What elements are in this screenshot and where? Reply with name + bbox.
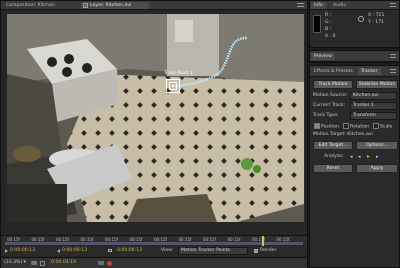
rotation-checkbox[interactable] [343,123,349,129]
info-y: Y : 171 [368,20,385,25]
view-dropdown-value: Motion Tracker Points [181,248,230,253]
options-button[interactable]: Options... [356,141,398,150]
magnification-dropdown[interactable]: (33.3%) ▾ [4,260,26,265]
info-a: A : 0 [325,34,336,39]
analyze-forward-icon[interactable]: ▸ [367,153,370,160]
camera-icon[interactable] [98,261,104,265]
in-point-icon[interactable] [5,249,8,253]
tab-effects-presets[interactable]: Effects & Presets [311,68,356,75]
ruler-tick-label: 00:15f [31,237,45,242]
ruler-work-area[interactable] [5,242,303,245]
layer-tab-label: Layer: Kitchen.avi [90,3,132,8]
ruler-tick-label: 00:15f [129,237,143,242]
ruler-tick-label: 00:15f [227,237,241,242]
render-checkbox[interactable] [254,249,258,253]
track-type-dropdown[interactable]: Transform [350,112,397,120]
track-type-label: Track Type: [313,113,339,118]
duration: 0:00:06:13 [117,248,143,253]
panel-menu-icon[interactable] [297,3,304,7]
tab-preview[interactable]: Preview [311,53,335,60]
edit-target-button[interactable]: Edit Target... [313,141,353,150]
timecode-bar: 0:00:00:13 0:00:06:13 0:00:06:13 View: M… [1,246,307,256]
rotation-option[interactable]: Rotation [343,123,369,131]
rotation-label: Rotation [350,124,370,130]
tracker-tabbar: Effects & Presets Tracker [310,66,399,77]
video-viewer[interactable]: Track Point 1 [7,14,304,222]
panel-menu-icon[interactable] [390,3,396,7]
ruler-tick-label: 00:15f [80,237,94,242]
preview-tabbar: Preview [310,51,399,62]
ruler-tick-label: 00:15f [105,237,118,242]
reset-button[interactable]: Reset [313,164,353,173]
position-checkbox[interactable] [314,123,320,129]
color-channel-icon[interactable] [107,261,112,266]
motion-source-value: Kitchen.avi [353,93,379,98]
track-motion-button[interactable]: Track Motion [313,80,353,89]
tab-layer[interactable]: Layer: Kitchen.avi [81,2,149,9]
duration-icon [108,249,112,252]
out-point-icon[interactable] [57,249,60,253]
preview-panel: Preview [309,50,400,63]
render-label: Render [260,248,277,253]
motion-source-dropdown[interactable]: Kitchen.avi [350,92,397,100]
color-swatch [313,15,321,33]
view-label: View: [161,248,174,253]
ruler-tick-label: 00:15f [7,237,20,242]
info-r: R : [325,13,332,18]
snapshot-icon[interactable] [31,261,37,265]
ruler-tick-label: 00:15f [252,237,265,242]
scale-checkbox[interactable] [373,123,379,129]
crosshair-icon [358,16,364,22]
timeline-ruler[interactable]: 00:15f 00:15f 00:15f 00:15f 00:15f 00:15f 00:1… [1,235,307,246]
ruler-tick-label: 00:15f [203,237,216,242]
scale-label: Scale [380,124,393,130]
tab-info[interactable]: Info [311,2,326,9]
info-panel: Info Audio R : G : B : A : 0 X : 721 Y :… [309,0,400,48]
panel-menu-icon[interactable] [390,54,396,58]
tab-audio[interactable]: Audio [330,2,349,9]
zoom-value: (33.3%) [4,260,23,265]
stabilize-motion-button[interactable]: Stabilize Motion [356,80,398,89]
grid-icon[interactable] [40,261,45,266]
tracker-panel: Effects & Presets Tracker Track Motion S… [309,65,400,268]
ruler-tick-label: 00:15f [276,237,290,242]
info-b: B : [325,27,332,32]
motion-target-text: Motion Target: Kitchen.avi [313,132,373,137]
position-option[interactable]: Position [314,123,339,131]
current-track-label: Current Track: [313,103,346,108]
track-point-attach-icon[interactable] [172,85,174,87]
info-tabbar: Info Audio [310,1,399,10]
info-x: X : 721 [368,13,385,18]
tab-tracker[interactable]: Tracker [358,68,381,75]
ruler-tick-label: 00:15f [154,237,167,242]
end-time[interactable]: 0:00:06:13 [62,248,87,253]
analyze-label: Analyze: [324,154,344,159]
track-point-label: Track Point 1 [164,71,193,76]
viewer-status-bar: (33.3%) ▾ 0:00:04:19 [1,257,307,268]
analyze-back-frame-icon[interactable]: ◂ [350,154,353,160]
current-time[interactable]: 0:00:04:19 [51,260,76,265]
track-type-value: Transform [353,113,376,118]
kitchen-footage [7,14,304,222]
analyze-forward-frame-icon[interactable]: ▸ [376,154,379,160]
panel-menu-icon[interactable] [390,69,396,73]
panel-tabbar: Composition: Kitchen Layer: Kitchen.avi … [1,1,307,10]
layer-tab-close-icon[interactable]: × [83,3,88,8]
position-label: Position [321,124,339,130]
ruler-tick-label: 00:15f [178,237,192,242]
info-g: G : [325,20,332,25]
analyze-backward-icon[interactable]: ◂ [358,154,361,160]
ruler-tick-label: 00:15f [56,237,69,242]
view-dropdown[interactable]: Motion Tracker Points [178,247,248,255]
tab-composition[interactable]: Composition: Kitchen [3,2,58,9]
scale-option[interactable]: Scale [373,123,392,131]
apply-button[interactable]: Apply [356,164,398,173]
start-time[interactable]: 0:00:00:13 [10,248,35,253]
motion-source-label: Motion Source: [313,93,348,98]
current-track-dropdown[interactable]: Tracker 1 [350,102,397,110]
layer-panel: Composition: Kitchen Layer: Kitchen.avi … [0,0,308,268]
current-track-value: Tracker 1 [353,103,374,108]
